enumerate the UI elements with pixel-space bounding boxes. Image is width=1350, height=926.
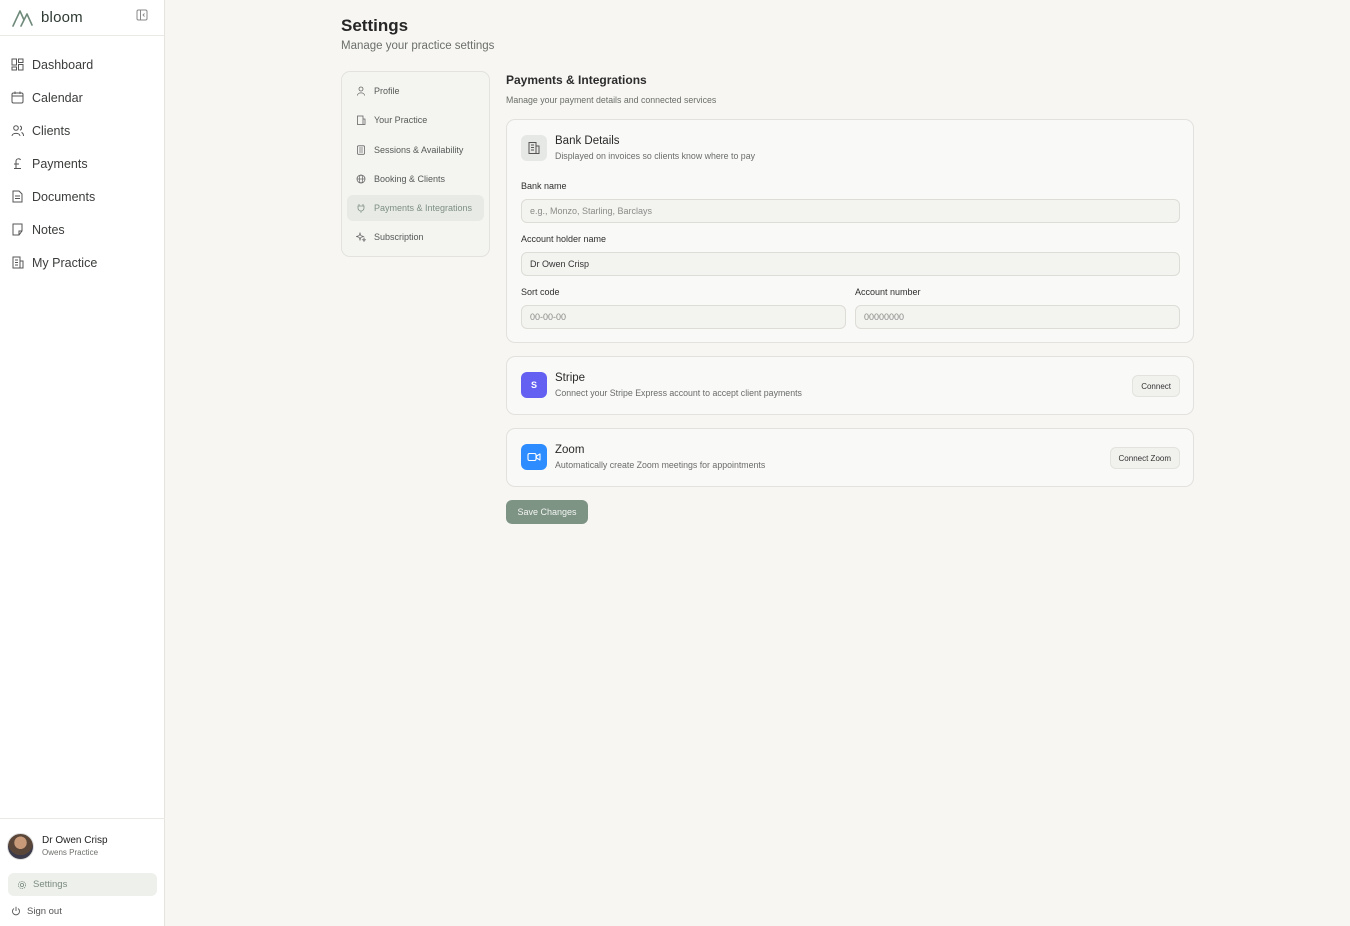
stripe-header: S Stripe Connect your Stripe Express acc… [521, 372, 802, 398]
calendar-icon [11, 91, 24, 104]
zoom-title: Zoom [555, 444, 585, 456]
account-number-input[interactable] [855, 305, 1180, 329]
settings-label: Settings [33, 879, 68, 890]
bloom-logo-icon [12, 9, 33, 27]
tab-booking-clients[interactable]: Booking & Clients [347, 166, 484, 192]
sidebar-item-label: Payments [32, 156, 88, 171]
zoom-header: Zoom Automatically create Zoom meetings … [521, 444, 765, 470]
page-subtitle: Manage your practice settings [341, 40, 495, 52]
tab-label: Booking & Clients [374, 173, 446, 184]
sidebar-item-notes[interactable]: Notes [0, 213, 164, 246]
sidebar-item-label: Calendar [32, 90, 83, 105]
dashboard-icon [11, 58, 24, 71]
plug-icon [357, 204, 365, 213]
zoom-desc: Automatically create Zoom meetings for a… [555, 460, 766, 470]
stripe-icon: S [521, 372, 547, 398]
sidebar-item-label: Notes [32, 222, 65, 237]
stripe-connect-button[interactable]: Connect [1132, 375, 1180, 397]
bank-icon [521, 135, 547, 161]
bank-name-input[interactable] [521, 199, 1180, 223]
sort-code-label: Sort code [521, 287, 560, 297]
sidebar-item-my-practice[interactable]: My Practice [0, 246, 164, 279]
account-number-label: Account number [855, 287, 921, 297]
sidebar-item-clients[interactable]: Clients [0, 114, 164, 147]
brand-name: bloom [41, 9, 83, 26]
document-icon [11, 190, 24, 203]
sidebar-item-documents[interactable]: Documents [0, 180, 164, 213]
tab-label: Your Practice [374, 115, 428, 126]
sign-out-label: Sign out [27, 905, 62, 917]
sparkles-icon [356, 232, 366, 243]
user-icon [357, 86, 365, 96]
sidebar-item-dashboard[interactable]: Dashboard [0, 48, 164, 81]
tab-label: Payments & Integrations [374, 203, 473, 214]
section-subtitle: Manage your payment details and connecte… [506, 95, 717, 105]
tab-profile[interactable]: Profile [347, 78, 484, 104]
gear-icon [18, 880, 26, 889]
calendar-grid-icon [357, 144, 365, 155]
bank-details-title: Bank Details [555, 135, 620, 147]
bank-details-header: Bank Details Displayed on invoices so cl… [521, 135, 755, 161]
zoom-card: Zoom Automatically create Zoom meetings … [506, 428, 1194, 487]
stripe-card: S Stripe Connect your Stripe Express acc… [506, 356, 1194, 415]
account-holder-label: Account holder name [521, 234, 607, 244]
zoom-connect-button[interactable]: Connect Zoom [1109, 447, 1180, 469]
sidebar-collapse-icon[interactable] [136, 9, 148, 21]
building-icon [11, 256, 24, 269]
note-icon [11, 223, 24, 236]
sidebar-footer: Dr Owen Crisp Owens Practice Settings Si… [0, 818, 165, 926]
tab-payments-integrations[interactable]: Payments & Integrations [347, 195, 484, 222]
account-holder-input[interactable] [521, 252, 1180, 276]
sidebar-item-calendar[interactable]: Calendar [0, 81, 164, 114]
sidebar-item-label: Documents [32, 189, 96, 204]
bank-details-card: Bank Details Displayed on invoices so cl… [506, 119, 1194, 343]
building-icon [357, 115, 366, 126]
settings-nav: Profile Your Practice Sessions & Availab… [341, 71, 490, 257]
tab-label: Profile [374, 86, 400, 96]
sidebar: bloom Dashboard Calendar Clients Payment… [0, 0, 165, 926]
pound-icon [11, 157, 24, 170]
tab-your-practice[interactable]: Your Practice [347, 107, 484, 133]
bank-details-desc: Displayed on invoices so clients know wh… [555, 151, 755, 161]
avatar [7, 832, 34, 860]
tab-label: Sessions & Availability [374, 144, 464, 155]
tab-label: Subscription [374, 232, 424, 243]
sign-out-button[interactable]: Sign out [0, 896, 165, 926]
stripe-title: Stripe [555, 372, 586, 384]
tab-subscription[interactable]: Subscription [347, 224, 484, 250]
sidebar-item-label: Clients [32, 123, 71, 138]
zoom-icon [521, 444, 547, 470]
save-changes-button[interactable]: Save Changes [506, 500, 588, 524]
sidebar-item-settings[interactable]: Settings [8, 873, 157, 896]
sort-code-input[interactable] [521, 305, 846, 329]
stripe-desc: Connect your Stripe Express account to a… [555, 388, 802, 398]
brand: bloom [0, 0, 164, 36]
user-profile[interactable]: Dr Owen Crisp Owens Practice [0, 831, 165, 861]
bank-name-label: Bank name [521, 181, 567, 191]
power-icon [12, 906, 20, 916]
globe-icon [356, 174, 366, 184]
tab-sessions-availability[interactable]: Sessions & Availability [347, 137, 484, 163]
users-icon [11, 124, 24, 137]
sidebar-item-payments[interactable]: Payments [0, 147, 164, 180]
user-practice: Owens Practice [42, 848, 99, 857]
sidebar-nav: Dashboard Calendar Clients Payments Docu… [0, 36, 164, 279]
page-title: Settings [341, 16, 409, 35]
sidebar-item-label: Dashboard [32, 57, 94, 72]
user-name: Dr Owen Crisp [42, 835, 108, 846]
sidebar-item-label: My Practice [32, 255, 98, 270]
section-title: Payments & Integrations [506, 73, 647, 87]
